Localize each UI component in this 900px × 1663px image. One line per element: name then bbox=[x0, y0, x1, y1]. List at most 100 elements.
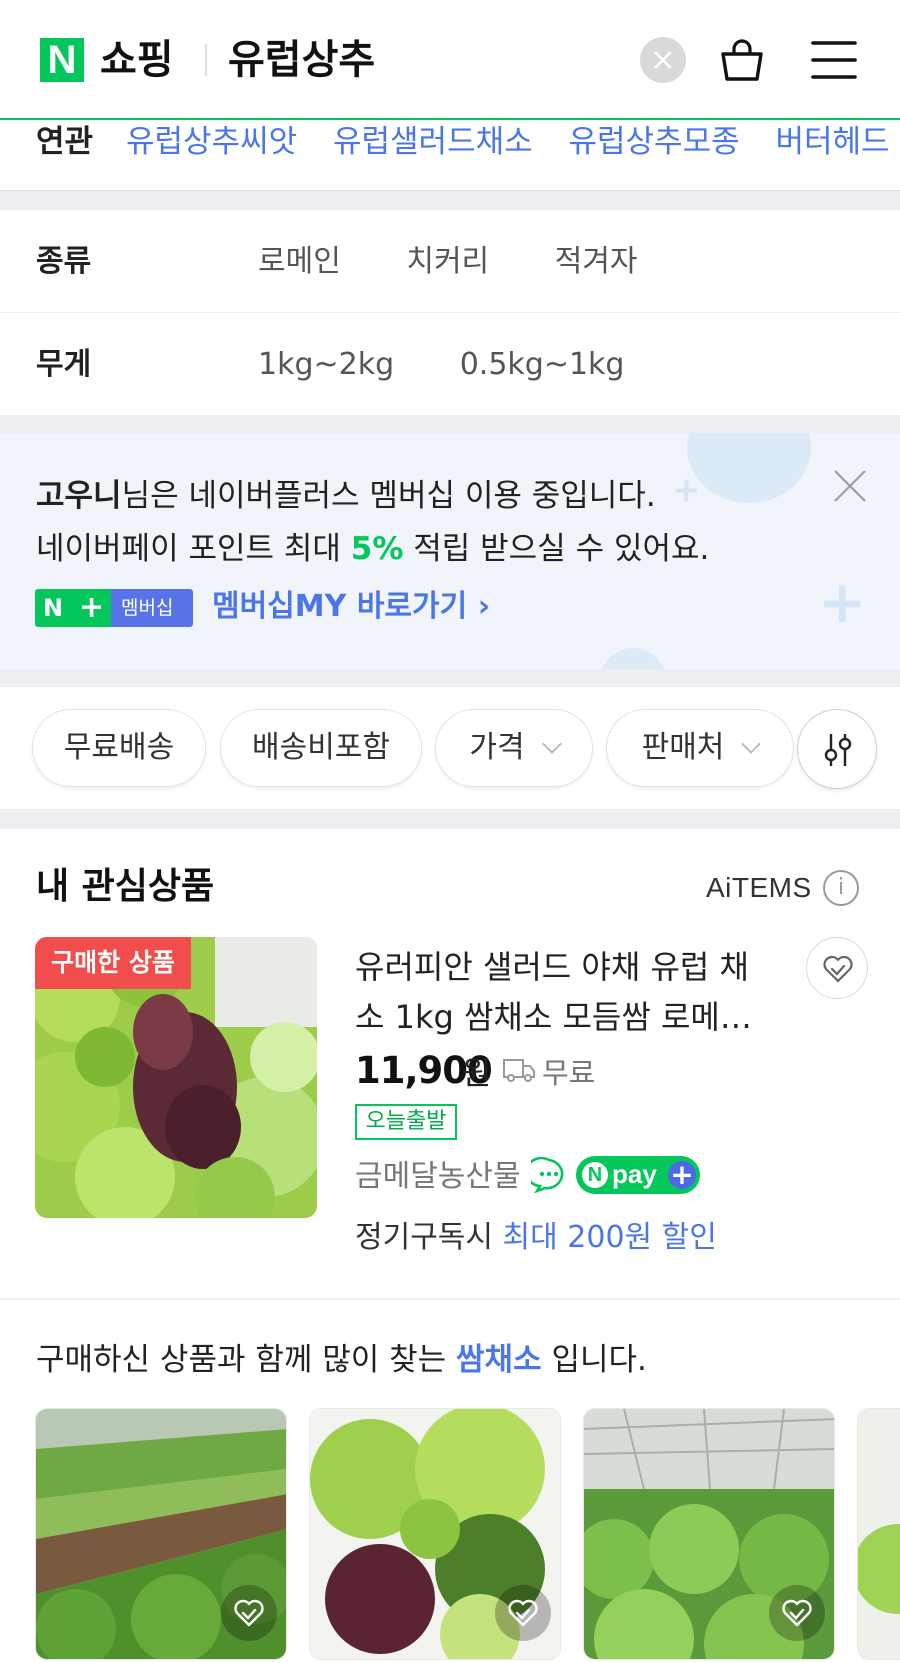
favorite-button[interactable] bbox=[806, 937, 868, 999]
chip-free-shipping[interactable]: 무료배송 bbox=[32, 709, 206, 787]
npay-text: pay bbox=[612, 1159, 657, 1189]
hamburger-icon bbox=[811, 41, 857, 79]
chip-seller[interactable]: 판매처 bbox=[606, 709, 794, 787]
chevron-down-icon bbox=[541, 734, 562, 754]
membership-message: 고우니님은 네이버플러스 멤버십 이용 중입니다. bbox=[36, 473, 656, 519]
product-title[interactable]: 유러피안 샐러드 야채 유럽 채소 1kg 쌈채소 모듬쌈 로메… bbox=[355, 942, 775, 1042]
membership-link-label: 멤버십MY 바로가기 bbox=[212, 589, 468, 624]
recommend-title: 구매하신 상품과 함께 많이 찾는 쌈채소 입니다. bbox=[36, 1336, 647, 1384]
membership-message-text: 님은 네이버플러스 멤버십 이용 중입니다. bbox=[121, 478, 656, 514]
points-percent: 5% bbox=[350, 531, 404, 567]
price-currency: 원 bbox=[462, 1054, 492, 1092]
subscription-label: 정기구독시 bbox=[355, 1220, 503, 1255]
lettuce-image bbox=[858, 1409, 900, 1659]
npay-plus-badge: N pay + bbox=[576, 1156, 700, 1194]
recommend-text: 구매하신 상품과 함께 많이 찾는 bbox=[36, 1342, 457, 1378]
close-icon bbox=[654, 51, 672, 69]
section-separator bbox=[0, 669, 900, 687]
membership-my-link[interactable]: 멤버십MY 바로가기 › bbox=[212, 583, 490, 631]
talk-chat-icon[interactable] bbox=[531, 1157, 567, 1193]
naver-logo[interactable]: N bbox=[40, 38, 84, 82]
related-item[interactable]: 유럽상추모종 bbox=[568, 124, 739, 160]
badge-n: N bbox=[43, 594, 64, 622]
section-separator bbox=[0, 809, 900, 829]
recommend-keyword[interactable]: 쌈채소 bbox=[456, 1342, 542, 1378]
points-message: 네이버페이 포인트 최대 5% 적립 받으실 수 있어요. bbox=[36, 526, 709, 572]
chip-label: 판매처 bbox=[641, 730, 725, 765]
shipping-fee: 무료 bbox=[542, 1056, 596, 1090]
filter-label: 종류 bbox=[36, 244, 92, 279]
aitems-logo: AiTEMS bbox=[706, 872, 812, 903]
naver-plus-membership-badge: N + 멤버십 bbox=[35, 589, 193, 627]
section-separator bbox=[0, 415, 900, 433]
recommend-card[interactable] bbox=[309, 1408, 561, 1660]
plus-decoration-icon: + bbox=[818, 568, 867, 636]
purchased-tag: 구매한 상품 bbox=[35, 937, 191, 989]
chevron-down-icon bbox=[741, 734, 762, 754]
chevron-right-icon: › bbox=[477, 589, 491, 624]
chip-shipping-included[interactable]: 배송비포함 bbox=[220, 709, 422, 787]
filter-option[interactable]: 치커리 bbox=[406, 244, 489, 279]
related-item[interactable]: 유럽샐러드채소 bbox=[333, 124, 533, 160]
badge-label: 멤버십 bbox=[121, 597, 174, 619]
banner-close-button[interactable] bbox=[832, 468, 868, 504]
filter-row-weight: 무게 1kg~2kg 0.5kg~1kg bbox=[0, 313, 900, 416]
npay-n: N bbox=[582, 1162, 608, 1188]
banner-decoration bbox=[600, 648, 666, 669]
filter-settings-button[interactable] bbox=[797, 709, 877, 789]
chip-label: 가격 bbox=[469, 730, 525, 765]
favorite-button[interactable] bbox=[221, 1585, 277, 1641]
filter-option[interactable]: 적겨자 bbox=[555, 244, 638, 279]
subscription-discount: 정기구독시 최대 200원 할인 bbox=[355, 1214, 717, 1262]
today-shipping-badge: 오늘출발 bbox=[355, 1104, 457, 1140]
filter-row-type: 종류 로메인 치커리 적겨자 bbox=[0, 210, 900, 313]
chip-label: 배송비포함 bbox=[252, 730, 390, 765]
cart-button[interactable] bbox=[718, 36, 766, 84]
related-item[interactable]: 버터헤드 bbox=[775, 124, 889, 160]
heart-check-icon bbox=[508, 1599, 538, 1627]
banner-decoration bbox=[687, 433, 811, 503]
naver-logo-letter: N bbox=[47, 38, 77, 82]
filter-option[interactable]: 로메인 bbox=[258, 244, 341, 279]
logo-divider bbox=[205, 44, 207, 76]
filter-option[interactable]: 0.5kg~1kg bbox=[460, 347, 625, 382]
close-icon bbox=[834, 470, 866, 502]
shopping-bag-icon bbox=[721, 39, 763, 81]
top-header: N 쇼핑 유럽상추 bbox=[0, 0, 900, 120]
filter-label: 무게 bbox=[36, 347, 92, 382]
filter-option[interactable]: 1kg~2kg bbox=[258, 347, 394, 382]
chip-label: 무료배송 bbox=[63, 730, 175, 765]
filter-chips: 무료배송 배송비포함 가격 판매처 bbox=[0, 687, 900, 809]
section-divider bbox=[0, 1298, 900, 1300]
heart-check-icon bbox=[823, 955, 853, 983]
related-searches: 연관 유럽상추씨앗 유럽샐러드채소 유럽상추모종 버터헤드 bbox=[0, 120, 900, 190]
heart-check-icon bbox=[234, 1599, 264, 1627]
recommend-card[interactable] bbox=[35, 1408, 287, 1660]
info-icon[interactable]: i bbox=[823, 870, 859, 906]
shopping-logo-text[interactable]: 쇼핑 bbox=[100, 34, 174, 86]
recommend-card-partial[interactable] bbox=[857, 1408, 900, 1660]
seller-name[interactable]: 금메달농산물 bbox=[355, 1153, 521, 1201]
search-query[interactable]: 유럽상추 bbox=[228, 34, 375, 86]
subscription-discount-amount: 최대 200원 할인 bbox=[502, 1220, 717, 1255]
clear-search-button[interactable] bbox=[640, 37, 686, 83]
points-message-text: 적립 받으실 수 있어요. bbox=[403, 531, 710, 567]
related-item[interactable]: 유럽상추씨앗 bbox=[126, 124, 297, 160]
user-name: 고우니 bbox=[36, 478, 122, 514]
membership-banner: + + 고우니님은 네이버플러스 멤버십 이용 중입니다. 네이버페이 포인트 … bbox=[0, 433, 900, 669]
chip-price[interactable]: 가격 bbox=[435, 709, 593, 787]
npay-plus-icon: + bbox=[668, 1161, 696, 1189]
recommend-text: 입니다. bbox=[541, 1342, 647, 1378]
heart-check-icon bbox=[782, 1599, 812, 1627]
sliders-icon bbox=[824, 734, 852, 766]
badge-plus-icon: + bbox=[79, 590, 105, 625]
menu-button[interactable] bbox=[810, 38, 858, 82]
favorite-button[interactable] bbox=[495, 1585, 551, 1641]
points-message-text: 네이버페이 포인트 최대 bbox=[36, 531, 351, 567]
section-separator bbox=[0, 190, 900, 210]
truck-icon bbox=[503, 1059, 535, 1082]
favorite-button[interactable] bbox=[769, 1585, 825, 1641]
plus-decoration-icon: + bbox=[672, 470, 701, 510]
recommend-card[interactable] bbox=[583, 1408, 835, 1660]
interest-products-title: 내 관심상품 bbox=[36, 866, 215, 907]
